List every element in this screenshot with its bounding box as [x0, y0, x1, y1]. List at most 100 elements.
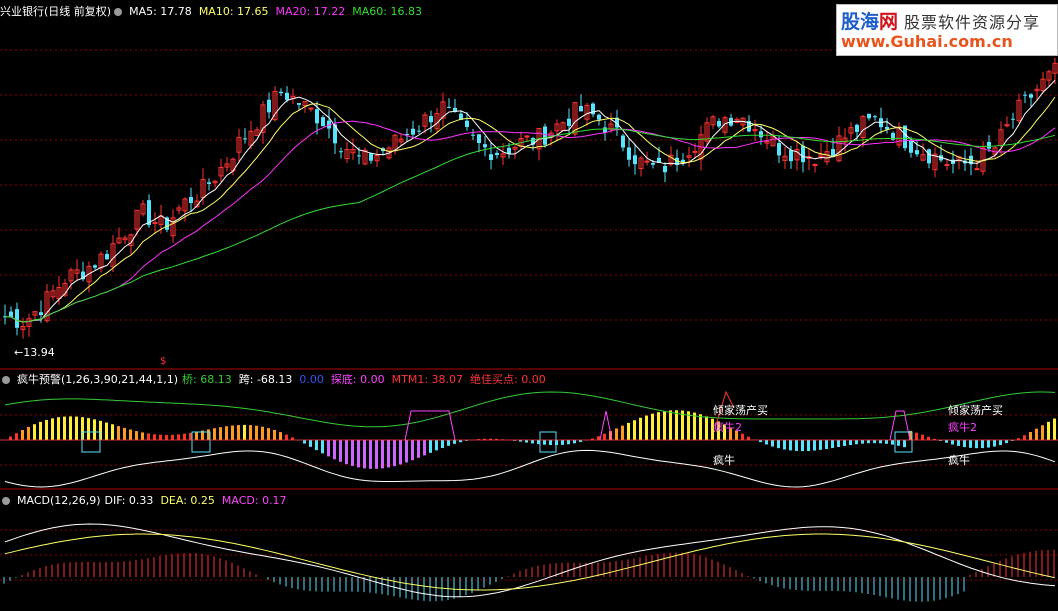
signal-bar-62	[375, 440, 378, 469]
candle-body-61	[369, 153, 373, 161]
candle-body-103	[621, 135, 625, 148]
signal-bar-52	[315, 440, 318, 451]
candle-body-52	[315, 109, 319, 124]
signal-bar-127	[765, 440, 768, 445]
signal-bar-20	[123, 427, 126, 440]
signal-bar-56	[339, 440, 342, 462]
logo-brand-a: 股海	[841, 11, 880, 33]
signal-bar-61	[369, 440, 372, 469]
signal-bar-133	[801, 440, 804, 452]
candle-body-15	[93, 265, 97, 268]
ma5-value: MA5: 17.78	[129, 5, 192, 18]
candle-body-108	[651, 162, 655, 165]
signal-bar-28	[171, 434, 174, 440]
signal-bar-45	[273, 429, 276, 440]
signal-bar-160	[963, 440, 966, 448]
candle-body-44	[267, 99, 271, 113]
signal-bar-69	[417, 440, 420, 458]
signal-bar-124	[747, 436, 750, 440]
signal-bar-166	[999, 440, 1002, 446]
signal-bar-145	[873, 440, 876, 444]
candle-body-157	[944, 164, 950, 167]
candle-body-49	[297, 103, 301, 105]
signal-bar-43	[261, 426, 264, 440]
candle-body-104	[627, 147, 631, 160]
signal-bar-38	[231, 425, 234, 440]
candle-body-119	[717, 120, 721, 127]
signal-bar-12	[75, 416, 78, 440]
signal-label-6: 疯牛	[948, 454, 970, 467]
candle-body-31	[189, 197, 193, 204]
signal-bar-117	[705, 416, 708, 440]
logo-brand-b: 网	[879, 11, 899, 33]
candle-body-145	[873, 116, 877, 118]
signal-bar-94	[567, 440, 570, 445]
signal-bar-149	[897, 440, 900, 446]
candle-body-133	[801, 145, 805, 163]
signal-bar-167	[1005, 440, 1008, 444]
buy-point-value: 绝佳买点: 0.00	[470, 373, 546, 386]
candle-body-125	[752, 129, 758, 132]
logo-url: www.Guhai.com.cn	[841, 32, 1013, 51]
signal-bar-107	[645, 415, 648, 440]
ma5-line	[4, 79, 1056, 323]
signal-bar-128	[771, 440, 774, 447]
candle-body-74	[447, 106, 451, 108]
candle-body-78	[471, 134, 475, 136]
signal-bar-146	[879, 440, 882, 444]
signal-bar-3	[21, 429, 24, 440]
candle-body-53	[321, 117, 325, 127]
signal-bar-6	[39, 421, 42, 440]
signal-bar-153	[921, 434, 924, 440]
signal-bar-8	[51, 418, 54, 440]
ma10-value: MA10: 17.65	[198, 5, 269, 18]
signal-bar-111	[669, 410, 672, 440]
signal-bar-138	[831, 440, 834, 449]
date-marker-icon: $	[160, 356, 167, 367]
signal-bar-172	[1035, 428, 1038, 440]
candle-body-51	[308, 107, 314, 110]
signal-bar-15	[93, 419, 96, 440]
signal-bar-158	[951, 440, 954, 445]
signal-bar-18	[111, 424, 114, 440]
signal-bar-36	[219, 427, 222, 440]
signal-bar-110	[663, 411, 666, 440]
signal-bar-106	[639, 417, 642, 440]
signal-bar-41	[249, 425, 252, 440]
signal-bar-14	[87, 418, 90, 440]
panel-menu-icon[interactable]	[114, 8, 123, 16]
signal-bar-141	[849, 440, 852, 446]
candle-body-79	[477, 134, 481, 144]
signal-bar-159	[957, 440, 960, 446]
signal-bar-103	[621, 425, 624, 440]
signal-bar-148	[891, 440, 894, 445]
candle-body-126	[759, 131, 763, 138]
signal-bar-162	[975, 440, 978, 449]
candle-body-171	[1029, 94, 1033, 98]
signal-bar-102	[615, 428, 618, 440]
signal-bar-93	[561, 440, 564, 445]
signal-bar-109	[657, 412, 660, 440]
signal-bar-95	[573, 440, 576, 444]
panel3-menu-icon[interactable]	[2, 497, 10, 505]
signal-bar-59	[357, 440, 360, 468]
signal-bar-19	[117, 426, 120, 440]
stock-chart-canvas[interactable]	[0, 0, 1058, 611]
macd-panel-header: MACD(12,26,9) DIF: 0.33 DEA: 0.25 MACD: 0.1…	[0, 494, 294, 508]
signal-bar-37	[225, 426, 228, 440]
signal-bar-150	[903, 440, 906, 448]
signal-bar-130	[783, 440, 786, 450]
panel2-menu-icon[interactable]	[2, 376, 10, 384]
candle-body-82	[495, 152, 499, 156]
signal-bar-29	[177, 434, 180, 440]
dif-value: DIF: 0.33	[104, 494, 154, 507]
signal-bar-136	[819, 440, 822, 450]
signal-bar-116	[699, 414, 702, 440]
signal-bar-1	[9, 436, 12, 440]
signal-bar-108	[651, 413, 654, 440]
signal-bar-58	[351, 440, 354, 466]
blue-value: 0.00	[299, 373, 324, 386]
signal-bar-46	[279, 432, 282, 440]
signal-bar-90	[543, 440, 546, 445]
signal-bar-55	[333, 440, 336, 460]
